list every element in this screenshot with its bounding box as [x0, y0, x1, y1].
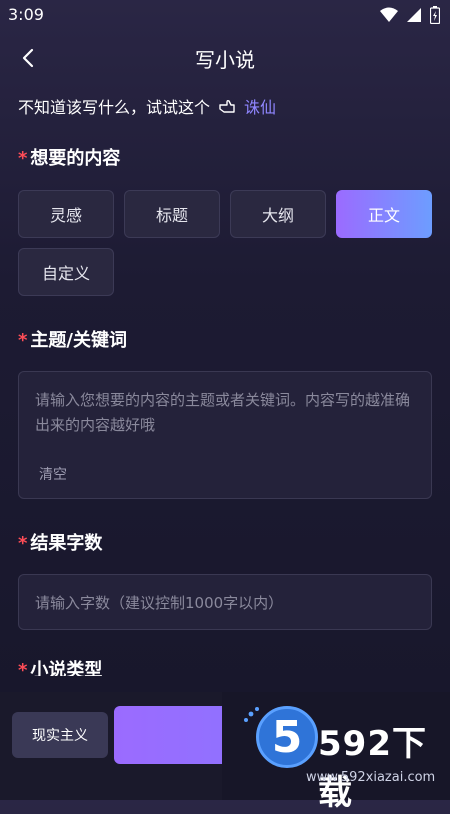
- pointing-hand-icon: [219, 99, 235, 113]
- required-star: *: [18, 660, 28, 676]
- word-count-input[interactable]: 请输入字数（建议控制1000字以内）: [18, 574, 432, 630]
- topic-section-title: 主题/关键词: [30, 330, 127, 351]
- chip-label: 正文: [367, 206, 400, 225]
- content-option-title[interactable]: 标题: [124, 190, 220, 238]
- signal-icon: [407, 8, 421, 22]
- battery-icon: [430, 6, 440, 24]
- topic-placeholder: 请输入您想要的内容的主题或者关键词。内容写的越准确出来的内容越好哦: [35, 391, 411, 434]
- content-section-label: * 想要的内容: [18, 144, 120, 170]
- watermark-url: www.592xiazai.com: [306, 770, 436, 785]
- clear-button[interactable]: 清空: [39, 464, 67, 484]
- watermark-brand: 592下载: [318, 724, 427, 813]
- wifi-icon: [380, 7, 398, 22]
- count-section-label: * 结果字数: [18, 529, 102, 555]
- required-star: *: [18, 533, 28, 554]
- novel-type-section-title: 小说类型: [30, 660, 103, 676]
- status-bar: 3:09: [0, 0, 450, 30]
- sparkle-dots-icon: [244, 707, 259, 722]
- hint-text: 不知道该写什么，试试这个: [18, 98, 211, 117]
- content-option-inspiration[interactable]: 灵感: [18, 190, 114, 238]
- hint-suggestion-link[interactable]: 诛仙: [244, 94, 276, 118]
- required-star: *: [18, 330, 28, 351]
- novel-type-section-label: * 小说类型: [18, 656, 102, 676]
- title-bar: 写小说: [0, 36, 450, 80]
- content-option-body[interactable]: 正文: [336, 190, 432, 238]
- topic-section-label: * 主题/关键词: [18, 326, 127, 352]
- watermark-logo: 5 592下载 www.592xiazai.com: [222, 692, 450, 813]
- watermark-digit: 5: [271, 711, 303, 763]
- topic-textarea[interactable]: 请输入您想要的内容的主题或者关键词。内容写的越准确出来的内容越好哦 清空: [18, 371, 432, 499]
- chip-label: 自定义: [41, 264, 90, 283]
- content-option-custom[interactable]: 自定义: [18, 248, 114, 296]
- page-title: 写小说: [195, 48, 255, 72]
- content-section-title: 想要的内容: [30, 148, 121, 169]
- count-section-title: 结果字数: [30, 533, 103, 554]
- word-count-placeholder: 请输入字数（建议控制1000字以内）: [35, 593, 284, 612]
- novel-type-button[interactable]: 现实主义: [12, 712, 108, 758]
- chip-label: 灵感: [49, 206, 82, 225]
- chip-label: 标题: [155, 206, 188, 225]
- content-option-outline[interactable]: 大纲: [230, 190, 326, 238]
- status-icons: [380, 6, 440, 24]
- hint-row: 不知道该写什么，试试这个 诛仙: [18, 94, 276, 118]
- required-star: *: [18, 148, 28, 169]
- chip-label: 大纲: [261, 206, 294, 225]
- watermark-badge: 5: [256, 706, 318, 768]
- status-time: 3:09: [8, 5, 44, 24]
